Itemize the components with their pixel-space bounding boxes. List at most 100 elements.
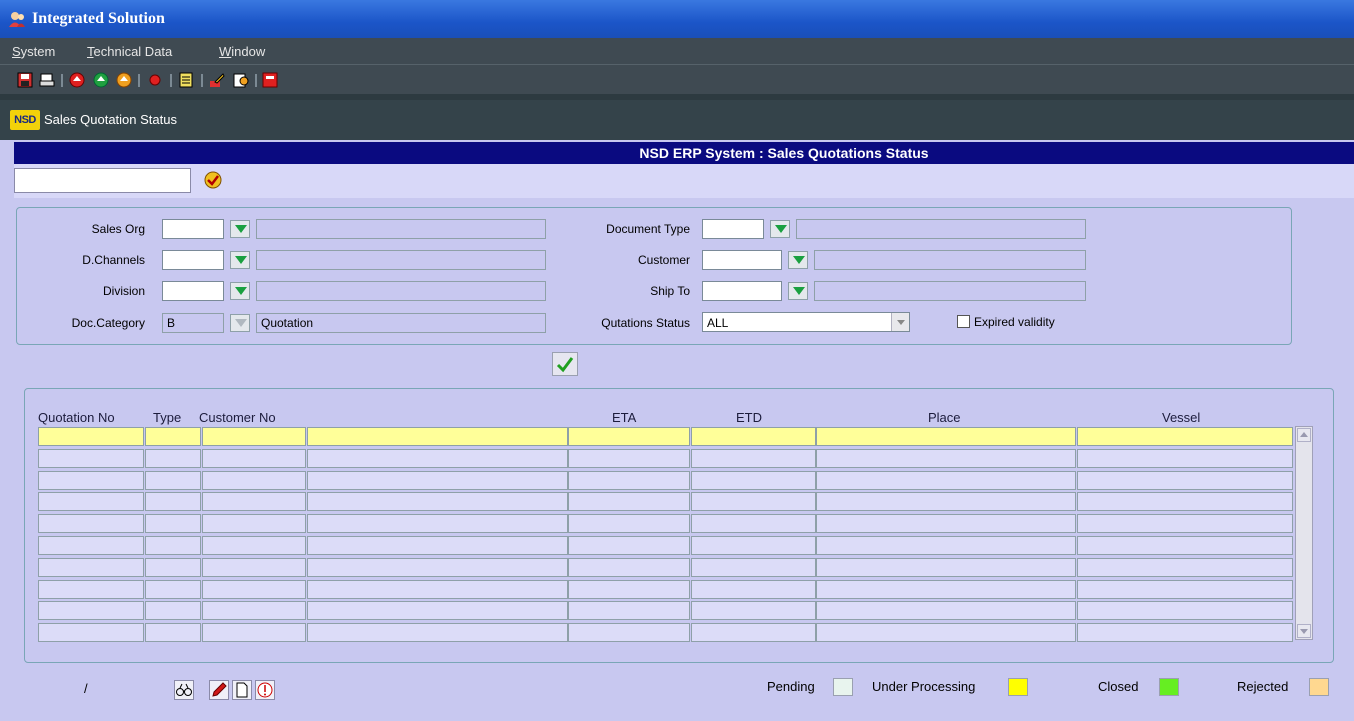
grid-cell[interactable] xyxy=(691,557,816,577)
document-type-lov-button[interactable] xyxy=(770,220,790,238)
menu-system[interactable]: System xyxy=(12,44,55,59)
grid-cell[interactable] xyxy=(202,623,306,643)
execute-button[interactable] xyxy=(552,352,578,376)
grid-cell[interactable] xyxy=(816,536,1076,555)
grid-cell[interactable] xyxy=(816,557,1076,577)
sales-org-field[interactable] xyxy=(162,219,224,239)
grid-cell[interactable] xyxy=(307,557,568,577)
edit-button[interactable] xyxy=(209,680,229,700)
grid-cell[interactable] xyxy=(202,470,306,490)
grid-cell[interactable] xyxy=(816,514,1076,534)
grid-cell[interactable] xyxy=(307,470,568,490)
grid-cell[interactable] xyxy=(1077,536,1293,555)
grid-cell[interactable] xyxy=(691,579,816,599)
grid-cell[interactable] xyxy=(568,448,690,468)
edit-icon[interactable] xyxy=(209,72,225,88)
save-icon[interactable] xyxy=(17,72,33,88)
stop-icon[interactable] xyxy=(147,72,163,88)
list-icon[interactable] xyxy=(178,72,194,88)
scroll-down-arrow[interactable] xyxy=(1297,624,1311,638)
ship-to-lov-button[interactable] xyxy=(788,282,808,300)
grid-cell[interactable] xyxy=(202,427,306,446)
grid-cell[interactable] xyxy=(145,427,201,446)
record-next-icon[interactable] xyxy=(116,72,132,88)
query-icon[interactable] xyxy=(233,72,249,88)
grid-cell[interactable] xyxy=(568,601,690,621)
grid-cell[interactable] xyxy=(1077,492,1293,512)
ship-to-field[interactable] xyxy=(702,281,782,301)
grid-cell[interactable] xyxy=(307,514,568,534)
grid-cell[interactable] xyxy=(691,601,816,621)
grid-cell[interactable] xyxy=(202,492,306,512)
grid-cell[interactable] xyxy=(1077,601,1293,621)
grid-cell[interactable] xyxy=(307,492,568,512)
division-lov-button[interactable] xyxy=(230,282,250,300)
grid-cell[interactable] xyxy=(816,448,1076,468)
grid-cell[interactable] xyxy=(307,601,568,621)
grid-cell[interactable] xyxy=(568,623,690,643)
grid-cell[interactable] xyxy=(568,492,690,512)
sales-org-lov-button[interactable] xyxy=(230,220,250,238)
query-input[interactable] xyxy=(14,168,191,193)
document-type-field[interactable] xyxy=(702,219,764,239)
quotations-status-select[interactable]: ALL xyxy=(702,312,910,332)
record-prev-icon[interactable] xyxy=(93,72,109,88)
info-button[interactable] xyxy=(255,680,275,700)
grid-cell[interactable] xyxy=(1077,514,1293,534)
grid-cell[interactable] xyxy=(1077,427,1293,446)
grid-cell[interactable] xyxy=(1077,470,1293,490)
exit-icon[interactable] xyxy=(262,72,278,88)
grid-cell[interactable] xyxy=(38,514,144,534)
grid-cell[interactable] xyxy=(691,448,816,468)
grid-cell[interactable] xyxy=(145,448,201,468)
grid-cell[interactable] xyxy=(568,514,690,534)
grid-cell[interactable] xyxy=(38,448,144,468)
grid-cell[interactable] xyxy=(691,427,816,446)
grid-cell[interactable] xyxy=(145,492,201,512)
grid-cell[interactable] xyxy=(307,536,568,555)
grid-cell[interactable] xyxy=(202,557,306,577)
grid-cell[interactable] xyxy=(38,427,144,446)
division-field[interactable] xyxy=(162,281,224,301)
grid-cell[interactable] xyxy=(568,470,690,490)
grid-cell[interactable] xyxy=(38,470,144,490)
grid-cell[interactable] xyxy=(145,557,201,577)
chevron-down-icon[interactable] xyxy=(891,313,909,331)
grid-cell[interactable] xyxy=(145,623,201,643)
d-channels-lov-button[interactable] xyxy=(230,251,250,269)
grid-cell[interactable] xyxy=(145,514,201,534)
grid-cell[interactable] xyxy=(1077,448,1293,468)
grid-cell[interactable] xyxy=(38,557,144,577)
grid-cell[interactable] xyxy=(1077,579,1293,599)
expired-validity-checkbox[interactable] xyxy=(957,315,970,328)
menu-window[interactable]: Window xyxy=(219,44,265,59)
grid-cell[interactable] xyxy=(145,601,201,621)
customer-field[interactable] xyxy=(702,250,782,270)
grid-cell[interactable] xyxy=(202,514,306,534)
grid-cell[interactable] xyxy=(816,427,1076,446)
grid-cell[interactable] xyxy=(38,536,144,555)
grid-cell[interactable] xyxy=(145,579,201,599)
grid-cell[interactable] xyxy=(691,492,816,512)
grid-cell[interactable] xyxy=(816,492,1076,512)
grid-cell[interactable] xyxy=(568,427,690,446)
grid-cell[interactable] xyxy=(38,623,144,643)
new-document-button[interactable] xyxy=(232,680,252,700)
record-first-icon[interactable] xyxy=(69,72,85,88)
grid-cell[interactable] xyxy=(691,514,816,534)
menu-technical-data[interactable]: Technical Data xyxy=(87,44,172,59)
grid-cell[interactable] xyxy=(691,623,816,643)
grid-cell[interactable] xyxy=(307,427,568,446)
grid-cell[interactable] xyxy=(38,601,144,621)
customer-lov-button[interactable] xyxy=(788,251,808,269)
grid-cell[interactable] xyxy=(38,579,144,599)
print-icon[interactable] xyxy=(39,72,55,88)
query-ok-button[interactable] xyxy=(202,169,224,191)
grid-cell[interactable] xyxy=(307,579,568,599)
grid-cell[interactable] xyxy=(145,470,201,490)
grid-cell[interactable] xyxy=(816,579,1076,599)
grid-cell[interactable] xyxy=(1077,623,1293,643)
grid-cell[interactable] xyxy=(145,536,201,555)
grid-cell[interactable] xyxy=(816,601,1076,621)
grid-cell[interactable] xyxy=(307,623,568,643)
